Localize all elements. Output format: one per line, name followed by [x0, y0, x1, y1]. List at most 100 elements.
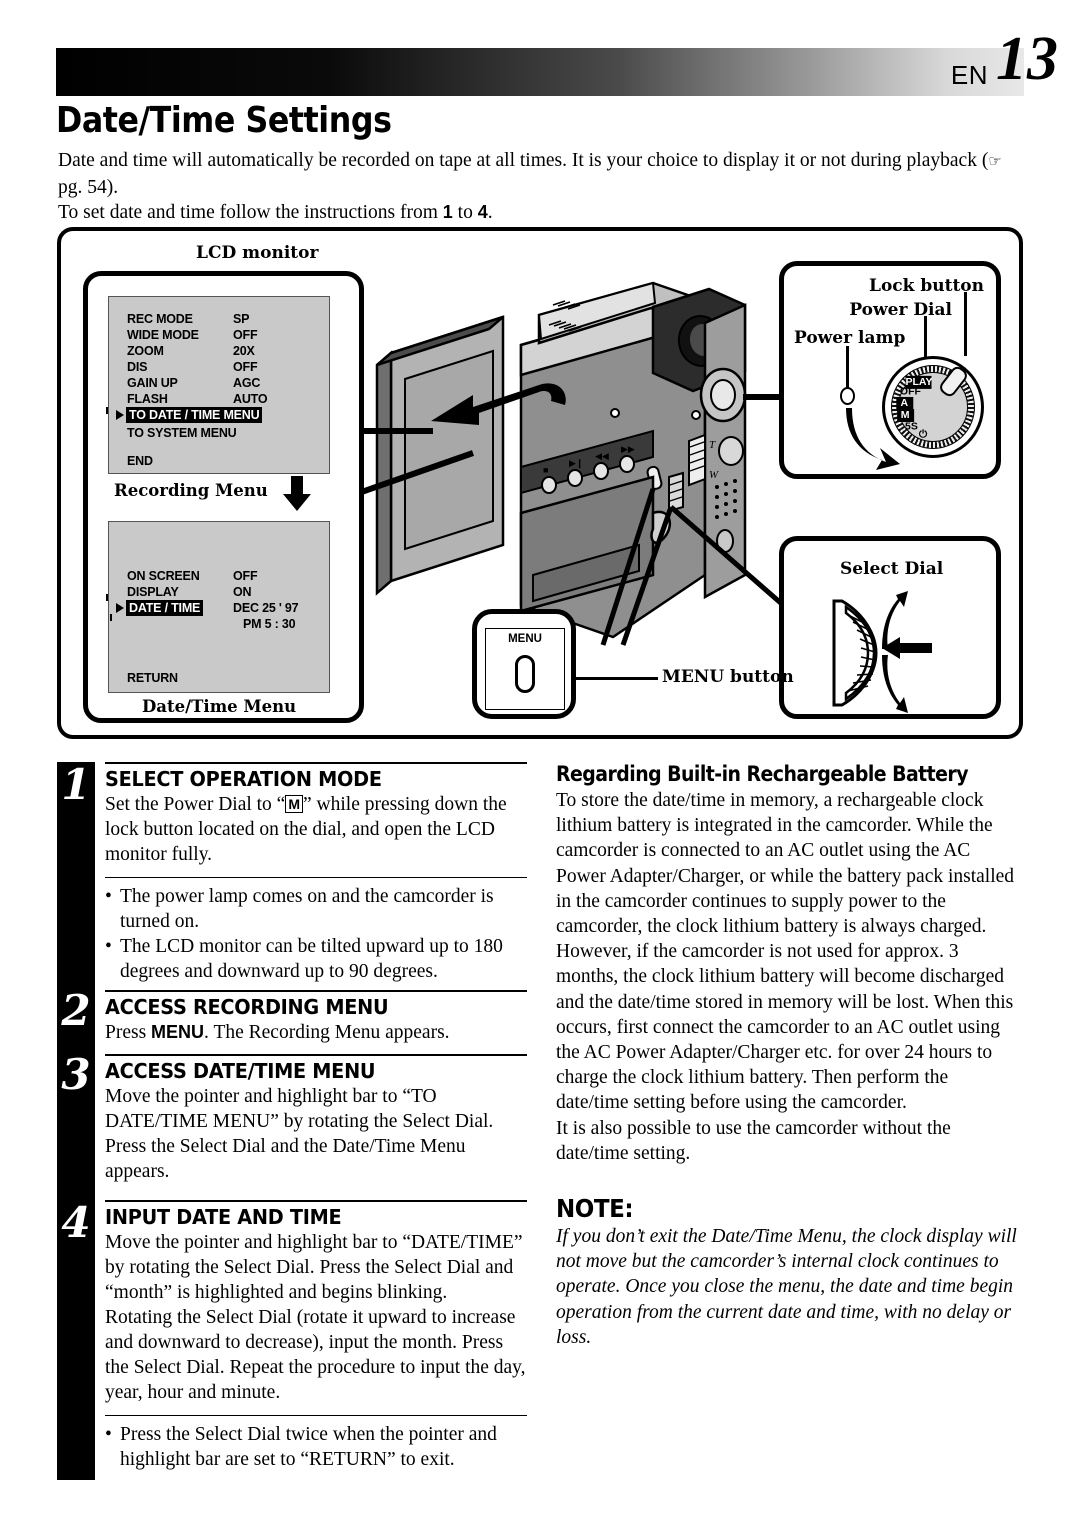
note-text: If you don’t exit the Date/Time Menu, th…: [556, 1226, 1017, 1348]
step-3-heading: ACCESS DATE/TIME MENU: [105, 1059, 376, 1083]
rotate-dial-arrow-icon: [846, 408, 900, 470]
menu-row-label: WIDE MODE: [127, 328, 199, 342]
menu-button-face: MENU: [485, 628, 565, 710]
menu-row-label: GAIN UP: [127, 376, 178, 390]
blink-indicator-icon: [106, 594, 108, 601]
svg-text:▶▶: ▶▶: [621, 444, 635, 454]
menu-row-label: ZOOM: [127, 344, 164, 358]
step-2-text: Press MENU. The Recording Menu appears.: [105, 1020, 527, 1045]
menu-row-value: AUTO: [233, 392, 268, 406]
power-dial-panel: Lock button Power Dial Power lamp ⏻ 5S M…: [779, 261, 1001, 479]
step-ref-end: 4: [477, 202, 488, 222]
intro-paragraph: Date and time will automatically be reco…: [58, 148, 1024, 226]
step-2-heading: ACCESS RECORDING MENU: [105, 995, 389, 1019]
lock-button-label: Lock button: [869, 276, 984, 296]
lcd-monitor-label: LCD monitor: [196, 243, 319, 263]
intro-line2-end: .: [487, 202, 493, 223]
list-item: The LCD monitor can be tilted upward up …: [105, 934, 527, 984]
menu-button[interactable]: [515, 655, 535, 693]
svg-text:W: W: [709, 469, 719, 481]
step-number-3: 3: [61, 1050, 91, 1099]
menu-row-value: OFF: [233, 569, 258, 583]
step-4-heading: INPUT DATE AND TIME: [105, 1205, 342, 1229]
svg-text:T: T: [709, 439, 716, 451]
date-value: DEC 25 ' 97: [233, 601, 299, 615]
datetime-menu-caption: Date/Time Menu: [142, 697, 297, 716]
note-heading: NOTE:: [556, 1194, 634, 1224]
step-number-2: 2: [61, 986, 91, 1035]
intro-line1-a: Date and time will automatically be reco…: [58, 150, 989, 171]
menu-row-label: FLASH: [127, 392, 168, 406]
battery-section-heading: Regarding Built-in Rechargeable Battery: [556, 762, 969, 786]
hand-pointing-icon: ☞: [988, 152, 1002, 170]
list-item: The power lamp comes on and the camcorde…: [105, 884, 527, 934]
step-1-text: Set the Power Dial to “M” while pressing…: [105, 792, 527, 867]
recording-menu-screen: REC MODE SP WIDE MODE OFF ZOOM 20X DIS O…: [106, 296, 330, 474]
power-lamp-label: Power lamp: [794, 328, 906, 348]
menu-row-value: 20X: [233, 344, 255, 358]
down-arrow-icon: [283, 476, 311, 511]
intro-line2-a: To set date and time follow the instruct…: [58, 202, 443, 223]
menu-item-end[interactable]: END: [127, 453, 153, 469]
step-number-4: 4: [61, 1198, 91, 1247]
dial-mark-play: PLAY: [905, 375, 933, 389]
step-2-text-a: Press: [105, 1022, 152, 1043]
right-column: Regarding Built-in Rechargeable Battery …: [556, 762, 1024, 1350]
menu-button-callout-label: MENU button: [662, 667, 794, 687]
svg-text:▶❙: ▶❙: [569, 458, 583, 469]
intro-line1-b: pg. 54).: [58, 176, 119, 198]
recording-menu-caption: Recording Menu: [114, 481, 268, 500]
power-dial-label: Power Dial: [849, 300, 952, 320]
menu-row-label: ON SCREEN: [127, 569, 200, 583]
menu-button-face-text: MENU: [508, 633, 542, 645]
menu-button-panel: MENU: [472, 609, 576, 719]
lcd-monitor-panel: REC MODE SP WIDE MODE OFF ZOOM 20X DIS O…: [83, 271, 364, 723]
menu-row-label: REC MODE: [127, 312, 193, 326]
divider: [105, 1415, 527, 1416]
blink-indicator-icon: [110, 614, 112, 621]
step-4: INPUT DATE AND TIME Move the pointer and…: [105, 1200, 527, 1472]
menu-item-to-system[interactable]: TO SYSTEM MENU: [127, 425, 237, 441]
svg-text:◀◀: ◀◀: [595, 451, 609, 461]
step-ref-start: 1: [442, 202, 453, 222]
menu-row-label: DIS: [127, 360, 148, 374]
divider: [105, 762, 527, 764]
menu-item-return[interactable]: RETURN: [127, 670, 178, 686]
step-number-1: 1: [61, 760, 91, 809]
intro-line2-mid: to: [452, 202, 478, 223]
list-item: Press the Select Dial twice when the poi…: [105, 1422, 527, 1472]
menu-button-leader-line: [576, 677, 658, 680]
step-2-text-b: . The Recording Menu appears.: [204, 1022, 450, 1043]
divider: [105, 1200, 527, 1202]
menu-row-value: SP: [233, 312, 250, 326]
step-3-text: Move the pointer and highlight bar to “T…: [105, 1086, 494, 1182]
page-number: 13: [996, 25, 1058, 93]
divider: [105, 877, 527, 878]
svg-text:■: ■: [543, 465, 548, 475]
step-1-heading: SELECT OPERATION MODE: [105, 767, 382, 791]
time-value: PM 5 : 30: [243, 617, 296, 631]
blink-indicator-icon: [106, 407, 108, 414]
menu-highlight-text[interactable]: TO DATE / TIME MENU: [126, 407, 263, 423]
press-arrow-icon: [882, 637, 932, 659]
menu-highlight-text[interactable]: DATE / TIME: [126, 600, 204, 616]
battery-section-text: To store the date/time in memory, a rech…: [556, 790, 1015, 1164]
power-dial-m-icon: M: [285, 795, 304, 813]
datetime-menu-screen: ON SCREEN OFF DISPLAY ON DATE / TIME DEC…: [106, 521, 330, 693]
menu-highlighted-item: TO DATE / TIME MENU: [126, 407, 263, 423]
lock-button-leader-line: [964, 292, 967, 356]
menu-row-label: DISPLAY: [127, 585, 179, 599]
menu-row-value: ON: [233, 585, 252, 599]
menu-pointer-icon: [116, 410, 124, 420]
step-4-bullets: Press the Select Dial twice when the poi…: [105, 1422, 527, 1472]
menu-row-value: AGC: [233, 376, 261, 390]
step-1: SELECT OPERATION MODE Set the Power Dial…: [105, 762, 527, 984]
illustration-frame: T W ■ ▶❙ ◀◀ ▶▶ LCD monitor REC MODE SP W…: [57, 227, 1023, 739]
step-4-text: Move the pointer and highlight bar to “D…: [105, 1232, 526, 1403]
power-lamp-indicator: [840, 387, 855, 405]
divider: [105, 990, 527, 992]
menu-highlighted-item: DATE / TIME: [126, 600, 204, 616]
step-3: ACCESS DATE/TIME MENU Move the pointer a…: [105, 1054, 527, 1184]
step-1-text-a: Set the Power Dial to “: [105, 794, 286, 815]
step-1-bullets: The power lamp comes on and the camcorde…: [105, 884, 527, 984]
